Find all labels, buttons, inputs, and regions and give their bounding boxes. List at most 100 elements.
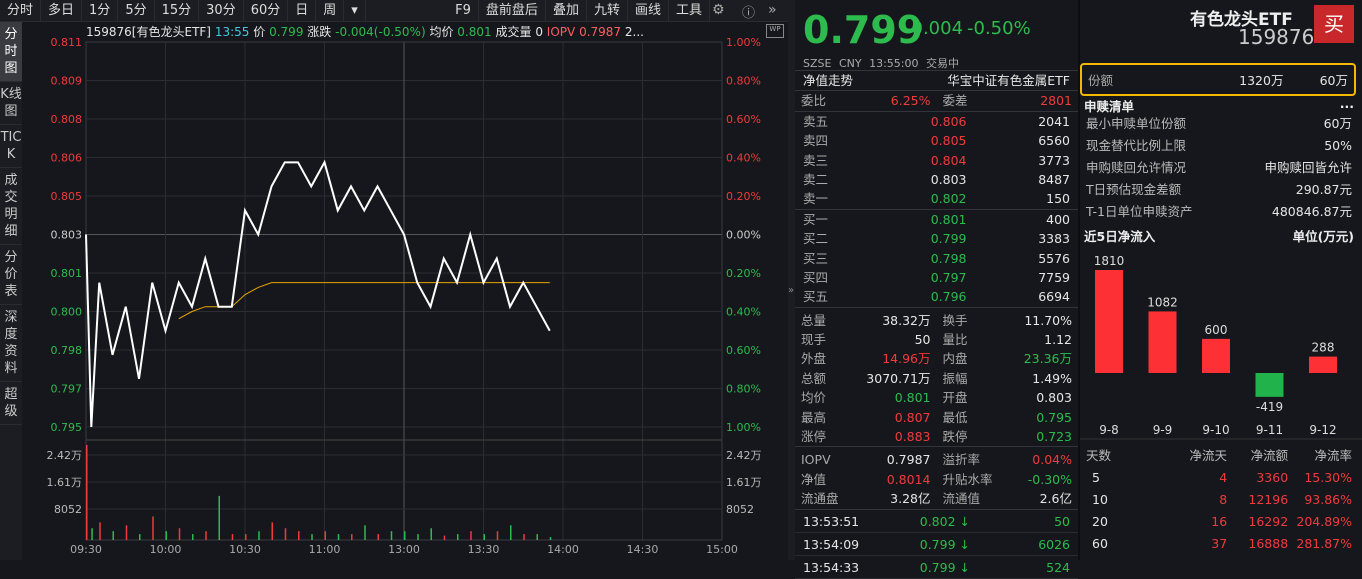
flow-table-header: 天数 净流天 净流额 净流率	[1080, 445, 1362, 467]
volume-bar	[311, 534, 313, 540]
stat-row: 总量 38.32万 换手 11.70%	[795, 311, 1078, 330]
volume-bar	[231, 534, 234, 540]
bids-row[interactable]: 买三 0.798 5576	[795, 249, 1078, 268]
bids-row[interactable]: 买四 0.797 7759	[795, 268, 1078, 287]
volume-bar	[152, 516, 154, 540]
flow-cell: 16888	[1248, 536, 1289, 551]
tick-time: 13:54:33	[803, 559, 860, 575]
stat-row: 外盘 14.96万 内盘 23.36万	[795, 349, 1078, 368]
volume-bar	[112, 531, 114, 540]
volume-bar	[364, 525, 366, 540]
price-tick: 0.800	[51, 306, 83, 319]
level-volume: 2041	[1038, 113, 1070, 129]
share-highlight: 份额 1320万 60万	[1080, 63, 1356, 96]
asks-row[interactable]: 卖三 0.804 3773	[795, 151, 1078, 170]
etf-row: 流通盘 3.28亿 流通值 2.6亿	[795, 489, 1078, 508]
level-price: 0.799	[930, 231, 967, 247]
flow-cell: 37	[1211, 536, 1228, 551]
field-label: 外盘	[801, 351, 827, 367]
flow-cell: 12196	[1248, 492, 1289, 507]
level-price: 0.805	[930, 133, 967, 149]
level-label: 买五	[803, 289, 829, 305]
level-price: 0.797	[930, 269, 967, 285]
pct-tick: 0.60%	[726, 344, 761, 357]
field-value: 3.28亿	[890, 491, 931, 507]
flow-value: 1082	[1147, 295, 1178, 309]
collapse-handle[interactable]: »	[788, 0, 795, 560]
redeem-value: 480846.87元	[1271, 204, 1352, 219]
volume-bar	[91, 528, 93, 540]
stat-row: 总额 3070.71万 振幅 1.49%	[795, 369, 1078, 388]
time-tick: 13:30	[468, 543, 500, 556]
bids-row[interactable]: 买五 0.796 6694	[795, 287, 1078, 306]
flow-table-row: 60 37 16888 281.87%	[1080, 533, 1362, 555]
bids-row[interactable]: 买二 0.799 3383	[795, 229, 1078, 248]
asks-row[interactable]: 卖二 0.803 8487	[795, 170, 1078, 189]
level-price: 0.801	[930, 211, 967, 227]
tick-row: 13:53:51 0.802 ↓ 50	[795, 510, 1078, 533]
volume-bar	[258, 531, 260, 540]
field-label: 跌停	[942, 429, 968, 445]
volume-bar	[390, 531, 393, 540]
quote-time: 13:55:00	[869, 57, 919, 70]
flow-col-header: 天数	[1086, 448, 1112, 463]
volume-bar	[271, 522, 273, 540]
vol-tick: 2.42万	[47, 449, 83, 462]
flow-bar	[1095, 270, 1123, 373]
flow-cell: 15.30%	[1304, 470, 1352, 485]
redeem-row: 现金替代比例上限 50%	[1080, 135, 1362, 157]
volume-bar	[324, 531, 326, 540]
field-label: 溢折率	[942, 452, 981, 468]
flow-bar	[1202, 338, 1230, 373]
field-label: 现手	[801, 332, 827, 348]
flow-header: 近5日净流入 单位(万元)	[1084, 226, 1354, 245]
field-value: 0.795	[1036, 409, 1072, 425]
level-volume: 6560	[1038, 133, 1070, 149]
asks-row[interactable]: 卖五 0.806 2041	[795, 112, 1078, 131]
volume-bar	[218, 495, 220, 540]
flow-cell: 4	[1219, 470, 1228, 485]
level-price: 0.803	[930, 171, 967, 187]
volume-bar	[337, 534, 340, 540]
redeem-label: T日预估现金差额	[1086, 182, 1182, 197]
volume-bar	[510, 525, 512, 540]
share-total: 1320万	[1239, 73, 1284, 88]
exchange: SZSE	[803, 57, 832, 70]
volume-bar	[470, 531, 472, 540]
level-label: 买三	[803, 250, 829, 266]
intraday-chart[interactable]: 0.811 1.00% 0.809 0.80% 0.808 0.60% 0.806 0.40%…	[0, 0, 790, 560]
field-value: 1.49%	[1032, 370, 1072, 386]
bids-row[interactable]: 买一 0.801 400	[795, 210, 1078, 229]
field-value: -0.30%	[1027, 471, 1072, 487]
field-label: 最高	[801, 409, 827, 425]
field-value: 0.8014	[886, 471, 931, 487]
price-tick: 0.805	[51, 190, 83, 203]
nav-index: 华宝中证有色金属ETF	[947, 73, 1070, 88]
stat-row: 最高 0.807 最低 0.795	[795, 408, 1078, 427]
level-price: 0.802	[930, 191, 967, 207]
tick-price: 0.799	[919, 536, 956, 552]
tick-price: 0.802	[919, 513, 956, 529]
volume-bar	[430, 528, 432, 540]
time-tick: 11:00	[309, 543, 341, 556]
price-change: -0.004	[905, 18, 964, 39]
field-label: 升贴水率	[942, 471, 993, 487]
redeem-value: 290.87元	[1295, 182, 1352, 197]
asks-row[interactable]: 卖四 0.805 6560	[795, 131, 1078, 150]
buy-button[interactable]: 买	[1314, 5, 1354, 43]
volume-bar	[483, 534, 485, 540]
volume-bar	[178, 528, 181, 540]
flow-bar	[1148, 311, 1177, 373]
vol-tick: 1.61万	[47, 476, 83, 489]
asks-row[interactable]: 卖一 0.802 150	[795, 189, 1078, 208]
share-label: 份额	[1088, 73, 1114, 88]
tick-volume: 50	[1054, 513, 1070, 529]
flow-cell: 3360	[1256, 470, 1289, 485]
flow-col-header: 净流额	[1250, 448, 1289, 463]
etf-row: 净值 0.8014 升贴水率 -0.30%	[795, 470, 1078, 489]
nav-row[interactable]: 净值走势 华宝中证有色金属ETF	[795, 71, 1078, 90]
stat-row: 涨停 0.883 跌停 0.723	[795, 427, 1078, 446]
field-label: IOPV	[801, 452, 831, 468]
redeem-row: 最小申赎单位份额 60万	[1080, 113, 1362, 135]
tick-price-wrap: 0.802 ↓	[900, 510, 970, 532]
